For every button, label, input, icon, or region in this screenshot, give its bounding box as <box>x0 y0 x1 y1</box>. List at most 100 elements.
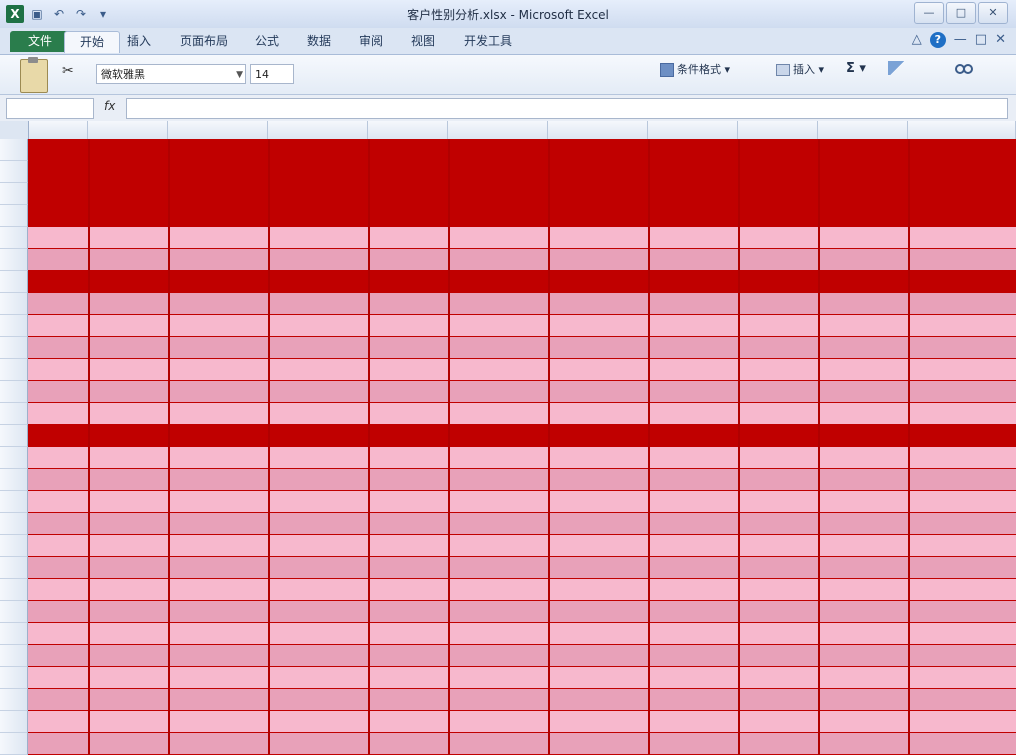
table-row[interactable] <box>28 645 1016 667</box>
table-row[interactable] <box>28 315 1016 337</box>
conditional-format-button[interactable]: 条件格式 ▾ <box>660 61 730 77</box>
table-row[interactable] <box>28 205 1016 227</box>
table-row[interactable] <box>28 249 1016 271</box>
table-row[interactable] <box>28 381 1016 403</box>
tab-review[interactable]: 审阅 <box>344 31 398 52</box>
row-header[interactable] <box>0 381 28 403</box>
row-header[interactable] <box>0 161 28 183</box>
row-header[interactable] <box>0 447 28 469</box>
column-header[interactable] <box>648 121 738 139</box>
table-row[interactable] <box>28 469 1016 491</box>
column-header[interactable] <box>368 121 448 139</box>
row-header[interactable] <box>0 139 28 161</box>
row-header[interactable] <box>0 733 28 755</box>
row-header[interactable] <box>0 535 28 557</box>
worksheet-grid[interactable] <box>0 121 1016 755</box>
mdi-minimize-icon[interactable]: — <box>954 32 967 48</box>
chevron-down-icon[interactable]: ▼ <box>236 65 243 85</box>
column-header[interactable] <box>268 121 368 139</box>
row-header[interactable] <box>0 557 28 579</box>
font-name-box[interactable]: 微软雅黑 ▼ <box>96 64 246 84</box>
close-icon[interactable]: ✕ <box>978 2 1008 24</box>
tab-formulas[interactable]: 公式 <box>240 31 294 52</box>
row-header[interactable] <box>0 183 28 205</box>
minimize-icon[interactable]: — <box>914 2 944 24</box>
mdi-restore-icon[interactable]: □ <box>975 32 987 48</box>
column-header[interactable] <box>738 121 818 139</box>
table-row[interactable] <box>28 557 1016 579</box>
row-header[interactable] <box>0 689 28 711</box>
tab-data[interactable]: 数据 <box>292 31 346 52</box>
row-header[interactable] <box>0 711 28 733</box>
table-row[interactable] <box>28 623 1016 645</box>
row-header[interactable] <box>0 645 28 667</box>
table-row[interactable] <box>28 733 1016 755</box>
table-row[interactable] <box>28 447 1016 469</box>
paste-icon[interactable] <box>20 57 48 93</box>
table-row[interactable] <box>28 293 1016 315</box>
table-row[interactable] <box>28 403 1016 425</box>
restore-icon[interactable]: □ <box>946 2 976 24</box>
table-row[interactable] <box>28 183 1016 205</box>
autosum-button[interactable]: Σ ▾ <box>846 61 866 76</box>
table-row[interactable] <box>28 579 1016 601</box>
table-row[interactable] <box>28 689 1016 711</box>
table-row[interactable] <box>28 535 1016 557</box>
column-header[interactable] <box>818 121 908 139</box>
tab-insert[interactable]: 插入 <box>112 31 166 52</box>
excel-window: X ▣ ↶ ↷ ▾ 客户性别分析.xlsx - Microsoft Excel … <box>0 0 1016 755</box>
tab-page-layout[interactable]: 页面布局 <box>164 31 244 52</box>
row-header[interactable] <box>0 293 28 315</box>
row-header[interactable] <box>0 205 28 227</box>
row-header[interactable] <box>0 425 28 447</box>
table-row[interactable] <box>28 337 1016 359</box>
row-header[interactable] <box>0 403 28 425</box>
help-icon[interactable]: ? <box>929 32 946 48</box>
table-row[interactable] <box>28 271 1016 293</box>
row-header[interactable] <box>0 623 28 645</box>
insert-function-icon[interactable]: fx <box>104 99 115 113</box>
column-header[interactable] <box>168 121 268 139</box>
name-box[interactable] <box>6 98 94 119</box>
row-header[interactable] <box>0 513 28 535</box>
row-header[interactable] <box>0 469 28 491</box>
table-row[interactable] <box>28 161 1016 183</box>
row-header[interactable] <box>0 667 28 689</box>
formula-input[interactable] <box>126 98 1008 119</box>
row-header[interactable] <box>0 337 28 359</box>
mdi-close-icon[interactable]: ✕ <box>995 32 1006 48</box>
table-row[interactable] <box>28 601 1016 623</box>
row-header[interactable] <box>0 491 28 513</box>
cut-icon[interactable]: ✂ <box>62 63 74 79</box>
tab-developer[interactable]: 开发工具 <box>448 31 528 52</box>
find-select-button[interactable] <box>954 61 974 77</box>
row-header[interactable] <box>0 227 28 249</box>
sort-filter-button[interactable] <box>888 61 910 75</box>
column-header[interactable] <box>88 121 168 139</box>
column-gridline <box>908 139 910 755</box>
table-row[interactable] <box>28 425 1016 447</box>
tab-file[interactable]: 文件 <box>10 31 70 52</box>
table-row[interactable] <box>28 667 1016 689</box>
ribbon-minimize-icon[interactable]: △ <box>912 32 922 48</box>
column-header[interactable] <box>448 121 548 139</box>
select-all-corner[interactable] <box>0 121 29 139</box>
column-header[interactable] <box>548 121 648 139</box>
row-header[interactable] <box>0 359 28 381</box>
row-header[interactable] <box>0 601 28 623</box>
table-row[interactable] <box>28 359 1016 381</box>
table-row[interactable] <box>28 139 1016 161</box>
row-header[interactable] <box>0 271 28 293</box>
column-header[interactable] <box>28 121 88 139</box>
insert-cells-button[interactable]: 插入 ▾ <box>776 61 824 77</box>
column-header[interactable] <box>908 121 1016 139</box>
font-size-box[interactable]: 14 <box>250 64 294 84</box>
table-row[interactable] <box>28 513 1016 535</box>
row-header[interactable] <box>0 315 28 337</box>
table-row[interactable] <box>28 491 1016 513</box>
table-row[interactable] <box>28 227 1016 249</box>
table-row[interactable] <box>28 711 1016 733</box>
tab-view[interactable]: 视图 <box>396 31 450 52</box>
row-header[interactable] <box>0 249 28 271</box>
row-header[interactable] <box>0 579 28 601</box>
